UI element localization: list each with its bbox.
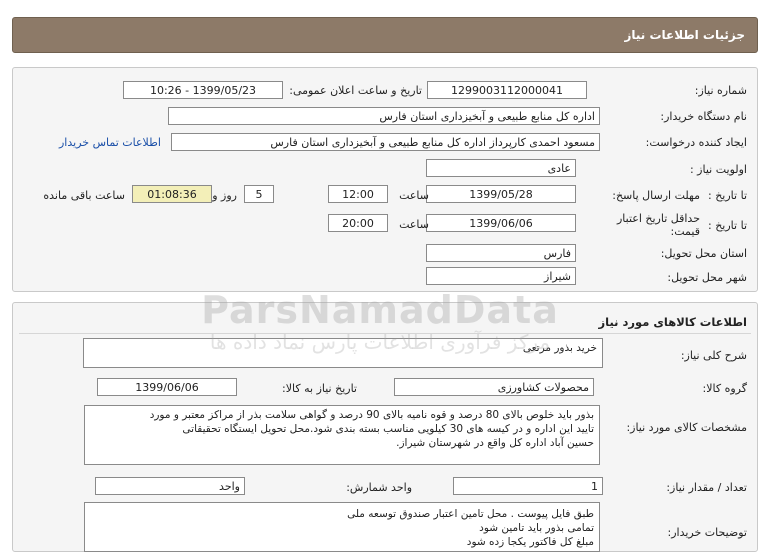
- city-field[interactable]: شیراز: [426, 267, 576, 285]
- need-number-label: شماره نیاز:: [694, 84, 747, 97]
- days-label: روز و: [212, 189, 237, 202]
- min-validity-label: حداقل تاریخ اعتبار قیمت:: [616, 212, 700, 238]
- page-title: جزئیات اطلاعات نیاز: [624, 28, 745, 42]
- need-date-field[interactable]: 1399/06/06: [97, 378, 237, 396]
- page-header: جزئیات اطلاعات نیاز: [12, 17, 758, 53]
- priority-field[interactable]: عادی: [426, 159, 576, 177]
- need-date-label: تاریخ نیاز به کالا:: [282, 382, 357, 395]
- buyer-org-field[interactable]: اداره کل منابع طبیعی و آبخیزداری استان ف…: [168, 107, 600, 125]
- deadline-time-field[interactable]: 12:00: [328, 185, 388, 203]
- unit-field[interactable]: واحد: [95, 477, 245, 495]
- goods-group-label: گروه کالا:: [702, 382, 747, 395]
- remaining-time-field: 01:08:36: [132, 185, 212, 203]
- deadline-until-label: تا تاریخ :: [708, 189, 747, 202]
- section-divider: [19, 333, 751, 334]
- need-info-panel: شماره نیاز: 1299003112000041 تاریخ و ساع…: [12, 67, 758, 292]
- specs-label: مشخصات کالای مورد نیاز:: [626, 421, 747, 434]
- validity-date-field[interactable]: 1399/06/06: [426, 214, 576, 232]
- goods-info-panel: اطلاعات کالاهای مورد نیاز شرح کلی نیاز: …: [12, 302, 758, 552]
- unit-label: واحد شمارش:: [346, 481, 412, 494]
- need-number-field[interactable]: 1299003112000041: [427, 81, 587, 99]
- summary-field[interactable]: خرید بذور مرتعی: [83, 338, 603, 368]
- buyer-notes-line: مبلغ کل فاکتور یکجا زده شود: [466, 536, 594, 548]
- specs-line: تایید این اداره و در کیسه های 30 کیلویی …: [182, 423, 594, 435]
- city-label: شهر محل تحویل:: [667, 271, 747, 284]
- summary-text: خرید بذور مرتعی: [522, 342, 597, 354]
- count-field[interactable]: 1: [453, 477, 603, 495]
- requester-field[interactable]: مسعود احمدی کارپرداز اداره کل منابع طبیع…: [171, 133, 600, 151]
- buyer-org-label: نام دستگاه خریدار:: [660, 110, 747, 123]
- count-label: تعداد / مقدار نیاز:: [666, 481, 747, 494]
- announce-date-field[interactable]: 1399/05/23 - 10:26: [123, 81, 283, 99]
- specs-line: بذور باید خلوص بالای 80 درصد و قوه نامیه…: [149, 409, 594, 421]
- province-label: استان محل تحویل:: [660, 247, 747, 260]
- announce-date-label: تاریخ و ساعت اعلان عمومی:: [289, 84, 422, 97]
- goods-section-title: اطلاعات کالاهای مورد نیاز: [598, 315, 747, 329]
- priority-label: اولویت نیاز :: [689, 163, 747, 176]
- province-field[interactable]: فارس: [426, 244, 576, 262]
- deadline-date-field[interactable]: 1399/05/28: [426, 185, 576, 203]
- buyer-contact-link[interactable]: اطلاعات تماس خریدار: [59, 136, 161, 149]
- days-count-field[interactable]: 5: [244, 185, 274, 203]
- goods-group-field[interactable]: محصولات کشاورزی: [394, 378, 594, 396]
- buyer-notes-line: طبق فایل پیوست . محل تامین اعتبار صندوق …: [347, 508, 594, 520]
- requester-label: ایجاد کننده درخواست:: [645, 136, 747, 149]
- validity-time-field[interactable]: 20:00: [328, 214, 388, 232]
- buyer-notes-label: توضیحات خریدار:: [667, 526, 748, 539]
- deadline-label: مهلت ارسال پاسخ:: [612, 189, 700, 202]
- deadline-time-label: ساعت: [399, 189, 429, 202]
- validity-time-label: ساعت: [399, 218, 429, 231]
- specs-field[interactable]: بذور باید خلوص بالای 80 درصد و قوه نامیه…: [84, 405, 600, 465]
- buyer-notes-line: تمامی بذور باید تامین شود: [479, 522, 594, 534]
- specs-line: حسین آباد اداره کل واقع در شهرستان شیراز…: [396, 437, 594, 449]
- validity-until-label: تا تاریخ :: [708, 219, 747, 232]
- remaining-time-label: ساعت باقی مانده: [43, 189, 125, 202]
- summary-label: شرح کلی نیاز:: [680, 349, 747, 362]
